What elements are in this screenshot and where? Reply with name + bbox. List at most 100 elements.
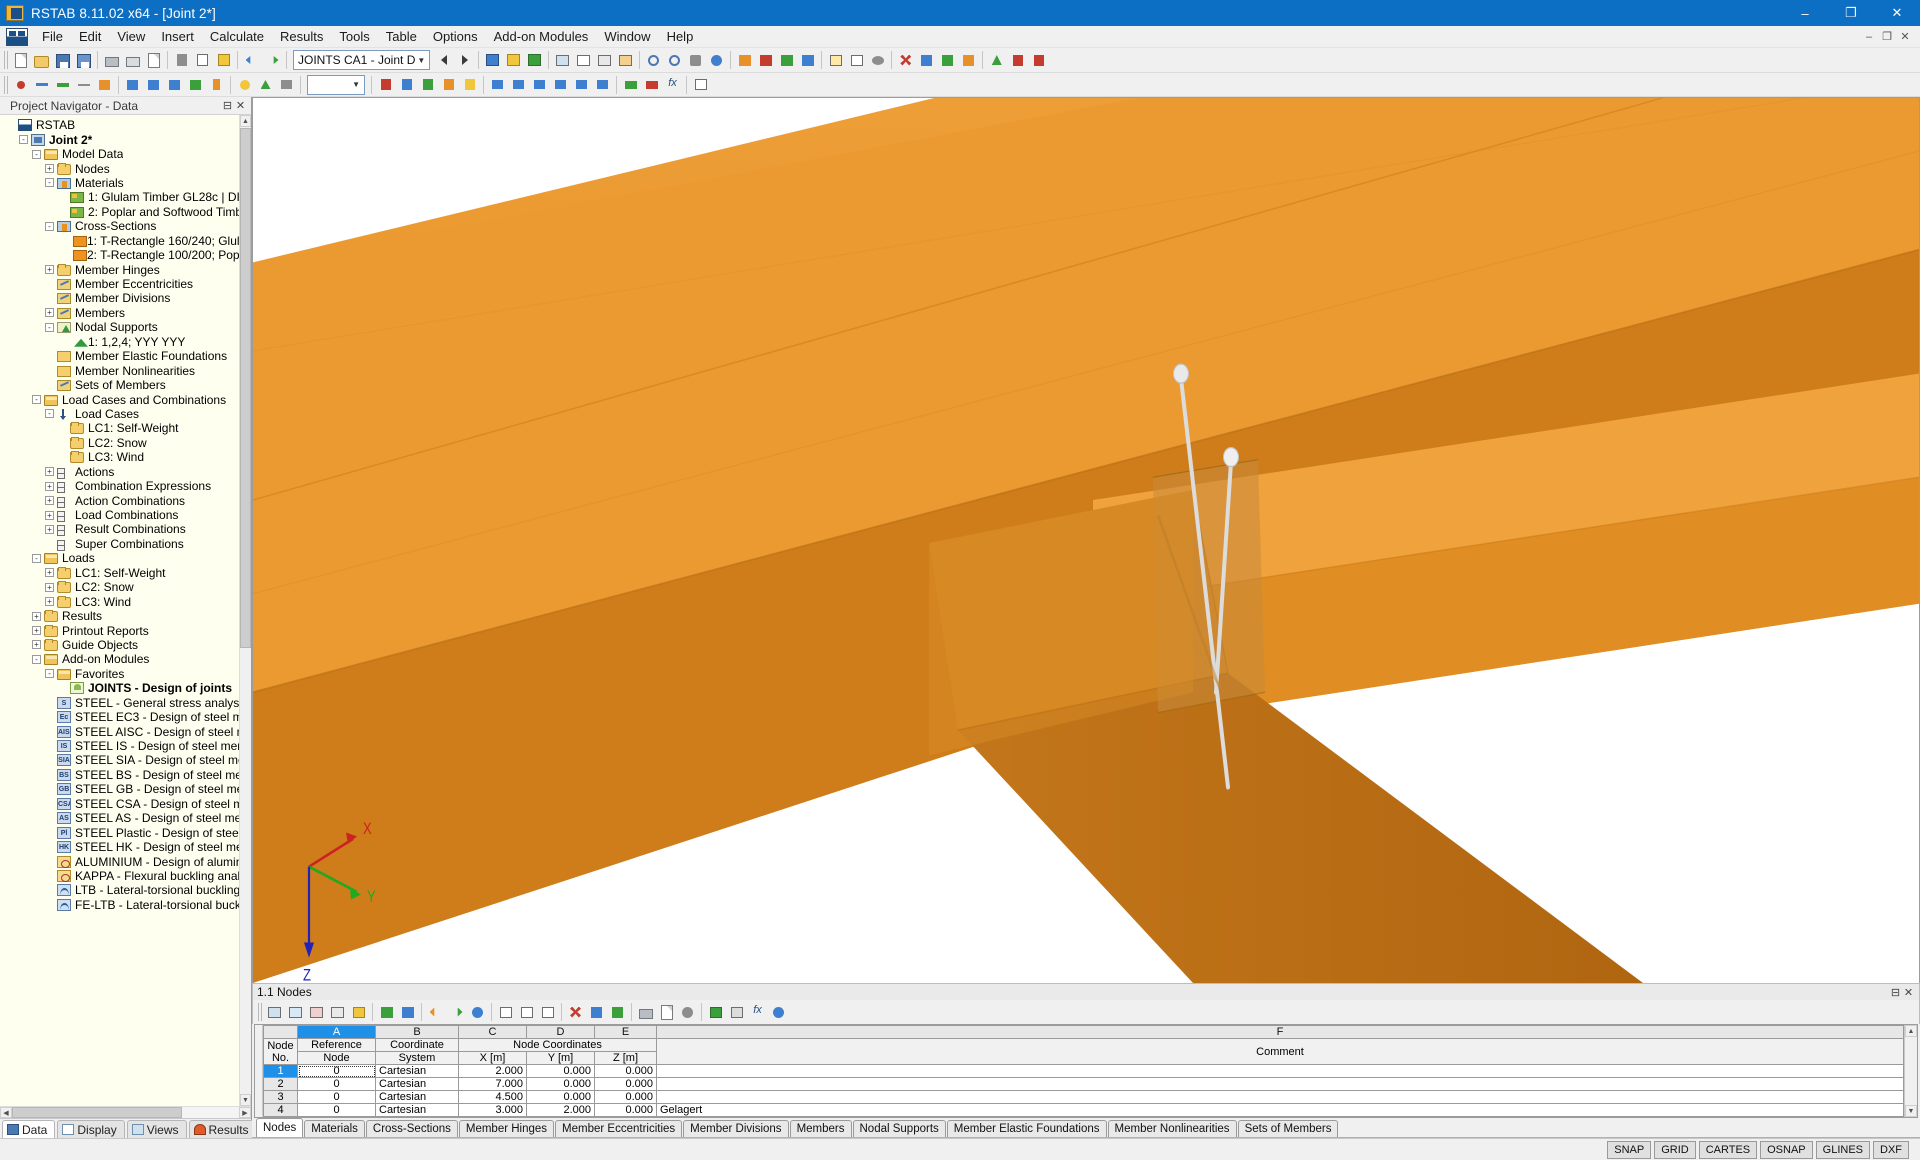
printout-report-button[interactable] — [143, 50, 164, 71]
hscroll-thumb[interactable] — [12, 1107, 182, 1118]
table-print-button[interactable] — [635, 1002, 656, 1023]
table-tab-member-divisions[interactable]: Member Divisions — [683, 1120, 789, 1137]
move-button[interactable] — [916, 50, 937, 71]
menu-insert[interactable]: Insert — [153, 27, 202, 46]
table-close-button[interactable]: ✕ — [1902, 986, 1915, 999]
col-letter-d[interactable]: D — [526, 1025, 595, 1039]
save-file-button[interactable] — [52, 50, 73, 71]
table-tab-cross-sections[interactable]: Cross-Sections — [365, 1120, 458, 1137]
view-xy-button[interactable] — [755, 50, 776, 71]
table-toolbar-grip[interactable] — [258, 1003, 262, 1021]
status-glines[interactable]: GLINES — [1815, 1140, 1870, 1159]
cell-coordinate-system[interactable]: Cartesian — [375, 1103, 459, 1117]
tree-node[interactable]: - Favorites — [0, 667, 251, 681]
tree-node[interactable]: + Nodes — [0, 161, 251, 176]
dimension-x-button[interactable] — [122, 74, 143, 95]
tree-node[interactable]: + Printout Reports — [0, 623, 251, 638]
close-button[interactable]: ✕ — [1874, 0, 1920, 26]
tree-node[interactable]: GB STEEL GB - Design of steel members acc — [0, 782, 251, 796]
hscroll-track[interactable] — [12, 1107, 239, 1118]
result-mt-button[interactable] — [550, 74, 571, 95]
hinges-button[interactable] — [234, 74, 255, 95]
tree-node[interactable]: SIA STEEL SIA - Design of steel members a… — [0, 753, 251, 767]
tree-node[interactable]: LTB - Lateral-torsional buckling analysi… — [0, 883, 251, 897]
status-cartes[interactable]: CARTES — [1698, 1140, 1758, 1159]
table-row[interactable]: 4 0 Cartesian 3.000 2.000 0.000 Gelagert — [263, 1103, 1904, 1117]
grid-scroll-down-icon[interactable]: ▼ — [1905, 1105, 1917, 1117]
tree-node[interactable]: LC2: Snow — [0, 436, 251, 450]
table-view-1-button[interactable] — [495, 1002, 516, 1023]
new-set-button[interactable] — [52, 74, 73, 95]
tree-collapse-icon[interactable]: - — [45, 221, 54, 231]
nav-prev-button[interactable] — [433, 50, 454, 71]
render-mode-button[interactable] — [552, 50, 573, 71]
table-redo-button[interactable] — [446, 1002, 467, 1023]
loads-wind-button[interactable] — [417, 74, 438, 95]
calculate-button[interactable] — [482, 50, 503, 71]
menu-table[interactable]: Table — [378, 27, 425, 46]
tree-node[interactable]: Pl STEEL Plastic - Design of steel member… — [0, 825, 251, 840]
table-row[interactable]: 3 0 Cartesian 4.500 0.000 0.000 — [263, 1090, 1904, 1104]
tree-node[interactable]: + Combination Expressions — [0, 479, 251, 494]
tree-node[interactable]: Super Combinations — [0, 537, 251, 551]
tree-node[interactable]: - Load Cases and Combinations — [0, 392, 251, 407]
deformation-button[interactable] — [620, 74, 641, 95]
cell-coordinate-system[interactable]: Cartesian — [375, 1090, 459, 1104]
table-import-button[interactable] — [376, 1002, 397, 1023]
tree-collapse-icon[interactable]: - — [32, 395, 41, 405]
zoom-all-button[interactable] — [643, 50, 664, 71]
tree-node[interactable]: HK STEEL HK - Design of steel members ac — [0, 840, 251, 854]
tree-node[interactable]: ALUMINIUM - Design of aluminum mem — [0, 854, 251, 869]
zoom-window-button[interactable] — [664, 50, 685, 71]
maximize-button[interactable]: ❐ — [1828, 0, 1874, 26]
navigator-close-button[interactable]: ✕ — [234, 99, 247, 112]
save-as-button[interactable] — [73, 50, 94, 71]
cell-y[interactable]: 0.000 — [526, 1064, 595, 1078]
tree-expand-icon[interactable]: + — [45, 308, 54, 318]
cell-reference-node[interactable]: 0 — [297, 1077, 376, 1091]
tree-expand-icon[interactable]: + — [45, 481, 54, 491]
tree-expand-icon[interactable]: + — [32, 626, 41, 636]
formula-button[interactable]: fx — [662, 74, 683, 95]
navigator-tree[interactable]: RSTAB - Joint 2* - Model Data + Nodes - Material… — [0, 115, 251, 1106]
result-vy-button[interactable] — [508, 74, 529, 95]
open-file-button[interactable] — [31, 50, 52, 71]
cell-x[interactable]: 2.000 — [458, 1064, 527, 1078]
print-preview-button[interactable] — [122, 50, 143, 71]
tree-node[interactable]: KAPPA - Flexural buckling analysis — [0, 869, 251, 883]
new-member-button[interactable] — [31, 74, 52, 95]
menu-window[interactable]: Window — [596, 27, 658, 46]
navigator-pin-button[interactable]: ⊟ — [221, 99, 234, 112]
tree-node[interactable]: CSA STEEL CSA - Design of steel members a — [0, 797, 251, 811]
table-clear-button[interactable] — [348, 1002, 369, 1023]
tree-collapse-icon[interactable]: - — [32, 654, 41, 664]
tree-node[interactable]: AISC STEEL AISC - Design of steel members… — [0, 724, 251, 739]
visibility-button[interactable] — [867, 50, 888, 71]
foundations-button[interactable] — [276, 74, 297, 95]
status-osnap[interactable]: OSNAP — [1760, 1140, 1813, 1159]
undo-button[interactable] — [241, 50, 262, 71]
hscroll-left-icon[interactable]: ◀ — [0, 1107, 12, 1118]
tree-node[interactable]: + Member Hinges — [0, 262, 251, 277]
tree-collapse-icon[interactable]: - — [45, 178, 54, 188]
table-view-3-button[interactable] — [537, 1002, 558, 1023]
tree-expand-icon[interactable]: + — [45, 524, 54, 534]
nav-next-button[interactable] — [454, 50, 475, 71]
grid-settings-button[interactable] — [690, 74, 711, 95]
status-grid[interactable]: GRID — [1654, 1140, 1696, 1159]
table-pin-button[interactable]: ⊟ — [1889, 986, 1902, 999]
tree-collapse-icon[interactable]: - — [19, 135, 28, 145]
select-objects-button[interactable] — [825, 50, 846, 71]
table-duplicate-row-button[interactable] — [327, 1002, 348, 1023]
tree-node[interactable]: Member Elastic Foundations — [0, 349, 251, 363]
table-excel-export-button[interactable] — [705, 1002, 726, 1023]
table-help-button[interactable] — [768, 1002, 789, 1023]
cell-y[interactable]: 0.000 — [526, 1090, 595, 1104]
tree-node[interactable]: + Load Combinations — [0, 508, 251, 523]
tree-node[interactable]: + Action Combinations — [0, 493, 251, 508]
tree-node[interactable]: + Actions — [0, 465, 251, 479]
tree-node[interactable]: LC3: Wind — [0, 450, 251, 464]
tree-collapse-icon[interactable]: - — [32, 553, 41, 563]
loads-snow-button[interactable] — [396, 74, 417, 95]
transparency-button[interactable] — [615, 50, 636, 71]
